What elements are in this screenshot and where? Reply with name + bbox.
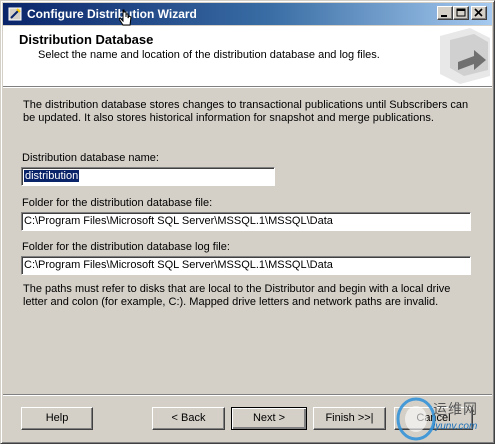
page-title: Distribution Database [19,32,154,47]
window-title: Configure Distribution Wizard [27,7,197,21]
wizard-app-icon [8,7,22,21]
wizard-window: Configure Distribution Wizard Distributi… [0,0,495,444]
wizard-banner-graphic [430,26,492,86]
minimize-icon [441,15,447,17]
back-button[interactable]: < Back [152,407,225,430]
db-name-input[interactable]: distribution [21,167,275,186]
mouse-cursor-icon [119,9,132,26]
header-divider [3,87,492,88]
watermark-url: iyunv.com [433,421,478,432]
title-bar[interactable]: Configure Distribution Wizard [3,3,492,26]
db-folder-input[interactable]: C:\Program Files\Microsoft SQL Server\MS… [21,212,471,231]
page-subtitle: Select the name and location of the dist… [38,49,380,61]
close-icon [474,8,483,17]
maximize-icon [456,8,466,17]
maximize-button[interactable] [453,6,469,20]
db-name-label: Distribution database name: [22,152,159,164]
db-name-value: distribution [24,170,80,182]
finish-button[interactable]: Finish >>| [313,407,386,430]
path-note: The paths must refer to disks that are l… [23,283,451,308]
minimize-button[interactable] [437,6,453,20]
log-folder-input[interactable]: C:\Program Files\Microsoft SQL Server\MS… [21,256,471,275]
log-folder-label: Folder for the distribution database log… [22,241,230,253]
log-folder-value: C:\Program Files\Microsoft SQL Server\MS… [24,259,333,271]
watermark-text: 运维网 [433,401,478,417]
db-folder-label: Folder for the distribution database fil… [22,197,213,209]
intro-text: The distribution database stores changes… [23,99,469,124]
next-button[interactable]: Next > [231,407,307,430]
db-folder-value: C:\Program Files\Microsoft SQL Server\MS… [24,215,333,227]
wizard-header: Distribution Database Select the name an… [3,26,492,87]
close-button[interactable] [471,6,487,20]
help-button[interactable]: Help [21,407,93,430]
footer-divider-highlight [3,395,492,396]
